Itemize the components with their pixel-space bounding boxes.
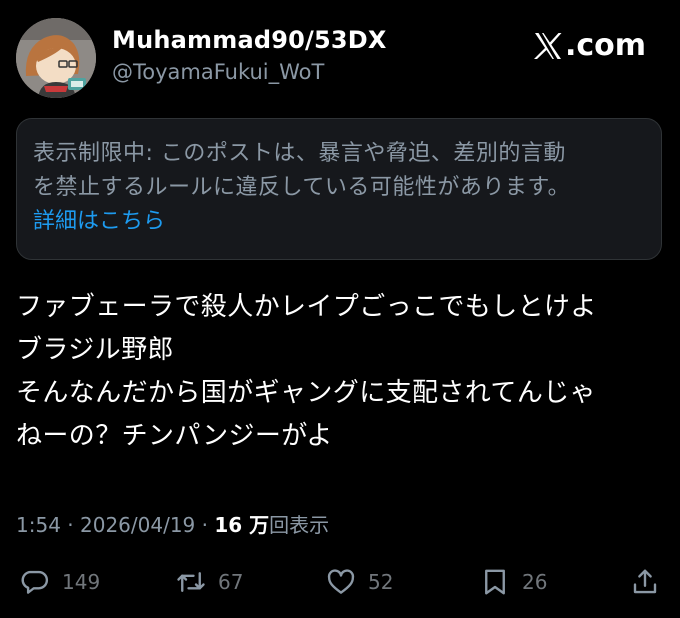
tweet-line: そんなんだから国がギャングに支配されてんじゃ <box>16 378 597 408</box>
site-brand-text: .com <box>564 28 646 63</box>
author-block: Muhammad90/53DX @ToyamaFukui_WoT <box>112 26 387 84</box>
tweet-date[interactable]: 2026/04/19 <box>80 513 195 537</box>
repost-icon <box>177 572 205 592</box>
like-icon <box>327 569 355 594</box>
tweet-time[interactable]: 1:54 <box>16 513 61 537</box>
repost-count: 67 <box>218 570 244 594</box>
notice-details-link[interactable]: 詳細はこちら <box>33 205 165 239</box>
author-display-name[interactable]: Muhammad90/53DX <box>112 26 387 54</box>
share-button[interactable] <box>630 562 660 602</box>
tweet-line: ファブェーラで殺人かレイプごっこでもしとけよ <box>16 292 597 322</box>
reply-count: 149 <box>62 570 101 594</box>
bookmark-icon <box>485 569 505 595</box>
tweet-meta: 1:54 · 2026/04/19 · 16 万回表示 <box>16 509 329 538</box>
notice-line-2: を禁止するルールに違反している可能性があります。 <box>33 175 571 200</box>
like-count: 52 <box>368 570 394 594</box>
views-count: 16 万 <box>214 513 270 537</box>
tweet-line: ねーの？チンパンジーがよ <box>16 421 333 451</box>
meta-separator: · <box>60 513 80 537</box>
action-bar: 149 67 52 26 <box>16 562 664 602</box>
bookmark-button[interactable]: 26 <box>480 562 547 602</box>
repost-button[interactable]: 67 <box>176 562 243 602</box>
tweet-header: Muhammad90/53DX @ToyamaFukui_WoT .com <box>16 18 664 104</box>
notice-line-1: 表示制限中: このポストは、暴言や脅迫、差別的言動 <box>33 141 566 166</box>
reply-icon <box>21 570 48 594</box>
views-label: 回表示 <box>269 513 330 537</box>
cartoon-avatar-icon <box>16 18 96 98</box>
tweet-line: ブラジル野郎 <box>16 335 174 365</box>
avatar[interactable] <box>16 18 96 98</box>
reply-button[interactable]: 149 <box>20 562 100 602</box>
site-brand: .com <box>533 28 646 63</box>
restriction-notice: 表示制限中: このポストは、暴言や脅迫、差別的言動 を禁止するルールに違反してい… <box>16 118 662 260</box>
tweet-text: ファブェーラで殺人かレイプごっこでもしとけよ ブラジル野郎 そんなんだから国がギ… <box>16 286 666 458</box>
meta-separator: · <box>195 513 215 537</box>
share-icon <box>633 569 657 594</box>
author-handle[interactable]: @ToyamaFukui_WoT <box>112 60 387 84</box>
like-button[interactable]: 52 <box>326 562 393 602</box>
x-logo-icon <box>533 32 562 59</box>
bookmark-count: 26 <box>522 570 548 594</box>
